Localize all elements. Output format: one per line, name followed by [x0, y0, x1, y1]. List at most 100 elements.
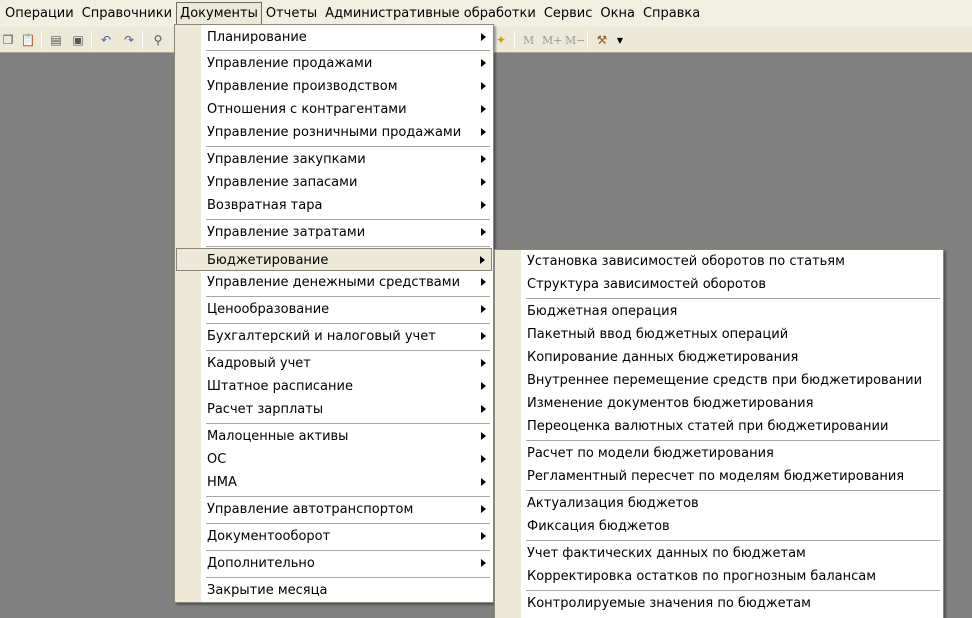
- menu-item-accounting[interactable]: Бухгалтерский и налоговый учет: [176, 325, 492, 348]
- menu-admin-processing[interactable]: Административные обработки: [321, 2, 540, 25]
- find-icon[interactable]: ⚲: [150, 32, 166, 48]
- memory-m-button[interactable]: M: [523, 32, 534, 48]
- menu-item-document-flow[interactable]: Документооборот: [176, 525, 492, 548]
- submenu-arrow-icon: [481, 278, 486, 286]
- menu-item-label: Установка зависимостей оборотов по стать…: [527, 254, 845, 269]
- menu-item-planning[interactable]: Планирование: [176, 26, 492, 49]
- menu-divider: [206, 246, 490, 247]
- menu-divider: [526, 490, 940, 491]
- submenu-item-currency-revaluation[interactable]: Переоценка валютных статей при бюджетиро…: [496, 415, 942, 438]
- menu-windows[interactable]: Окна: [596, 2, 639, 25]
- memory-mminus-button[interactable]: M−: [565, 32, 585, 48]
- menu-item-label: Закрытие месяца: [207, 583, 328, 598]
- print-preview-icon[interactable]: ▣: [70, 32, 86, 48]
- menu-item-returnable-containers[interactable]: Возвратная тара: [176, 194, 492, 217]
- menu-windows-label: Окна: [600, 6, 635, 21]
- menu-divider: [206, 146, 490, 147]
- submenu-arrow-icon: [481, 405, 486, 413]
- menu-item-purchases[interactable]: Управление закупками: [176, 148, 492, 171]
- menu-divider: [206, 423, 490, 424]
- menu-item-staffing[interactable]: Штатное расписание: [176, 375, 492, 398]
- copy-icon[interactable]: ❐: [0, 32, 16, 48]
- menu-reports[interactable]: Отчеты: [262, 2, 321, 25]
- submenu-item-internal-transfer[interactable]: Внутреннее перемещение средств при бюдже…: [496, 369, 942, 392]
- menu-divider: [526, 440, 940, 441]
- menu-item-label: Внутреннее перемещение средств при бюдже…: [527, 373, 923, 388]
- menu-item-production[interactable]: Управление производством: [176, 75, 492, 98]
- submenu-item-change-documents[interactable]: Изменение документов бюджетирования: [496, 392, 942, 415]
- calculator-star-icon[interactable]: ✦: [493, 32, 509, 48]
- menu-item-additional[interactable]: Дополнительно: [176, 552, 492, 575]
- menu-catalogs[interactable]: Справочники: [78, 2, 176, 25]
- submenu-item-controlled-values[interactable]: Контролируемые значения по бюджетам: [496, 592, 942, 615]
- menu-item-label: Бухгалтерский и налоговый учет: [207, 329, 436, 344]
- redo-icon[interactable]: ↷: [121, 32, 137, 48]
- menu-item-label: Контролируемые значения по бюджетам: [527, 596, 811, 611]
- menu-item-label: Расчет зарплаты: [207, 402, 324, 417]
- menu-service[interactable]: Сервис: [540, 2, 597, 25]
- menu-item-label: Бюджетирование: [207, 253, 329, 268]
- submenu-arrow-icon: [481, 33, 486, 41]
- menu-item-label: Ценообразование: [207, 302, 330, 317]
- menu-item-budgeting[interactable]: Бюджетирование: [176, 248, 492, 271]
- chevron-down-icon[interactable]: ▼: [612, 32, 628, 48]
- menu-item-counterparties[interactable]: Отношения с контрагентами: [176, 98, 492, 121]
- submenu-item-actual-data[interactable]: Учет фактических данных по бюджетам: [496, 542, 942, 565]
- menu-item-label: Дополнительно: [207, 556, 315, 571]
- menu-item-label: Управление закупками: [207, 152, 366, 167]
- menu-item-cash[interactable]: Управление денежными средствами: [176, 271, 492, 294]
- menu-item-inventory[interactable]: Управление запасами: [176, 171, 492, 194]
- submenu-arrow-icon: [481, 155, 486, 163]
- menu-item-vehicles[interactable]: Управление автотранспортом: [176, 498, 492, 521]
- submenu-item-copy-data[interactable]: Копирование данных бюджетирования: [496, 346, 942, 369]
- submenu-arrow-icon: [481, 128, 486, 136]
- submenu-arrow-icon: [481, 228, 486, 236]
- menu-item-payroll[interactable]: Расчет зарплаты: [176, 398, 492, 421]
- memory-mplus-label: M+: [542, 33, 563, 47]
- menu-item-label: Регламентный пересчет по моделям бюджети…: [527, 469, 905, 484]
- menu-item-sales[interactable]: Управление продажами: [176, 52, 492, 75]
- submenu-item-dependency-structure[interactable]: Структура зависимостей оборотов: [496, 273, 942, 296]
- menu-item-low-value-assets[interactable]: Малоценные активы: [176, 425, 492, 448]
- submenu-item-scheduled-recalculation[interactable]: Регламентный пересчет по моделям бюджети…: [496, 465, 942, 488]
- menu-item-fixed-assets[interactable]: ОС: [176, 448, 492, 471]
- menu-catalogs-label: Справочники: [81, 6, 173, 21]
- submenu-item-budget-operation[interactable]: Бюджетная операция: [496, 300, 942, 323]
- menu-item-label: Фиксация бюджетов: [527, 519, 670, 534]
- menu-item-hr[interactable]: Кадровый учет: [176, 352, 492, 375]
- submenu-arrow-icon: [481, 305, 486, 313]
- submenu-arrow-icon: [481, 105, 486, 113]
- menu-reports-label: Отчеты: [265, 6, 318, 21]
- memory-m-label: M: [523, 33, 535, 47]
- menu-divider: [206, 550, 490, 551]
- menu-help[interactable]: Справка: [639, 2, 704, 25]
- menu-item-month-closing[interactable]: Закрытие месяца: [176, 579, 492, 602]
- menu-item-costs[interactable]: Управление затратами: [176, 221, 492, 244]
- undo-icon[interactable]: ↶: [98, 32, 114, 48]
- submenu-arrow-icon: [481, 332, 486, 340]
- print-icon[interactable]: ▤: [48, 32, 64, 48]
- submenu-arrow-icon: [480, 256, 485, 264]
- menu-item-intangibles[interactable]: НМА: [176, 471, 492, 494]
- menu-item-retail[interactable]: Управление розничными продажами: [176, 121, 492, 144]
- menu-item-label: Управление производством: [207, 79, 398, 94]
- menu-item-label: Копирование данных бюджетирования: [527, 350, 799, 365]
- menu-item-label: Структура зависимостей оборотов: [527, 277, 767, 292]
- memory-mplus-button[interactable]: M+: [542, 32, 562, 48]
- paste-icon[interactable]: 📋: [20, 32, 36, 48]
- submenu-item-batch-input[interactable]: Пакетный ввод бюджетных операций: [496, 323, 942, 346]
- menu-item-label: Планирование: [207, 30, 307, 45]
- submenu-item-balance-adjustment[interactable]: Корректировка остатков по прогнозным бал…: [496, 565, 942, 588]
- menu-operations[interactable]: Операции: [1, 2, 78, 25]
- menu-documents[interactable]: Документы: [176, 2, 262, 25]
- submenu-item-model-calculation[interactable]: Расчет по модели бюджетирования: [496, 442, 942, 465]
- submenu-item-budget-update[interactable]: Актуализация бюджетов: [496, 492, 942, 515]
- menu-item-label: Изменение документов бюджетирования: [527, 396, 814, 411]
- submenu-item-turnover-dependencies[interactable]: Установка зависимостей оборотов по стать…: [496, 250, 942, 273]
- tools-icon[interactable]: ⚒: [594, 32, 610, 48]
- budgeting-submenu: Установка зависимостей оборотов по стать…: [494, 249, 944, 618]
- submenu-item-budget-fixation[interactable]: Фиксация бюджетов: [496, 515, 942, 538]
- menu-item-pricing[interactable]: Ценообразование: [176, 298, 492, 321]
- memory-mminus-label: M−: [565, 33, 586, 47]
- menu-item-label: Учет фактических данных по бюджетам: [527, 546, 806, 561]
